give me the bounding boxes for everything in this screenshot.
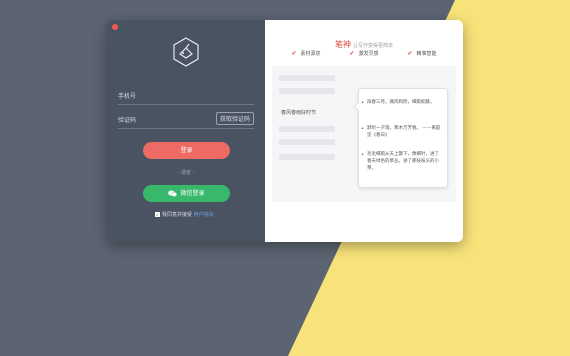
check-icon: ✔ [407,50,413,57]
code-field[interactable]: 验证码 获取验证码 [118,112,254,129]
brand-name: 笔神 [334,40,351,49]
placeholder-line [279,75,335,81]
check-icon: ✔ [291,50,297,57]
brand-tagline: 让写作变得更简单 [352,43,393,49]
phone-field[interactable]: 手机号 [118,88,254,105]
agree-checkbox[interactable]: ✓ [155,212,160,217]
code-label: 验证码 [118,117,137,124]
login-window: 手机号 验证码 获取验证码 登录 - 或者 - 微信登录 ✓ 我同意并接受 用户协… [107,20,463,242]
wechat-icon [168,190,178,197]
editor-preview: 春风春雨好时节 • 阳春三月，微风和煦，细雨如酥。 • 默听一夕雨，寒木万芳春。 —… [272,66,456,202]
login-button[interactable]: 登录 [143,142,230,159]
placeholder-line [279,154,335,160]
close-button[interactable] [112,24,118,30]
feature-item: ✔ 素材源泉 [291,50,321,57]
sample-text: 春风春雨好时节 [281,110,317,116]
feature-item: ✔ 激发灵感 [349,50,379,57]
agree-label: 我同意并接受 [162,212,193,218]
wechat-login-label: 微信登录 [180,190,205,197]
or-divider: - 或者 - [177,170,195,176]
phone-label: 手机号 [118,93,137,100]
feature-item: ✔ 精准智能 [407,50,437,57]
promo-panel: 笔神 让写作变得更简单 ✔ 素材源泉 ✔ 激发灵感 ✔ 精准智能 春风春雨好时节 • 阳春… [265,20,463,242]
login-panel: 手机号 验证码 获取验证码 登录 - 或者 - 微信登录 ✓ 我同意并接受 用户协… [107,20,265,242]
agreement-row: ✓ 我同意并接受 用户协议 [155,211,214,218]
check-icon: ✔ [349,50,355,57]
get-code-button[interactable]: 获取验证码 [215,112,254,125]
suggestion-item[interactable]: • 默听一夕雨，寒木万芳春。 ——黄庭坚《春日》 [361,125,443,139]
agreement-link[interactable]: 用户协议 [194,212,214,218]
suggestion-popup: • 阳春三月，微风和煦，细雨如酥。 • 默听一夕雨，寒木万芳春。 ——黄庭坚《春日》… [353,88,448,188]
placeholder-line [279,139,335,145]
feature-list: ✔ 素材源泉 ✔ 激发灵感 ✔ 精准智能 [265,50,463,57]
promo-title: 笔神 让写作变得更简单 [265,32,463,51]
placeholder-line [279,88,335,94]
wechat-login-button[interactable]: 微信登录 [143,185,230,202]
suggestion-item[interactable]: • 阳春三月，微风和煦，细雨如酥。 [361,99,443,106]
suggestion-item[interactable]: • 毛毛细雨从天上飘下，像细针，进了春天绿色的草丛，进了那枝枝头的小芽。 [361,151,443,172]
placeholder-line [279,126,335,132]
logo-icon [173,37,199,67]
